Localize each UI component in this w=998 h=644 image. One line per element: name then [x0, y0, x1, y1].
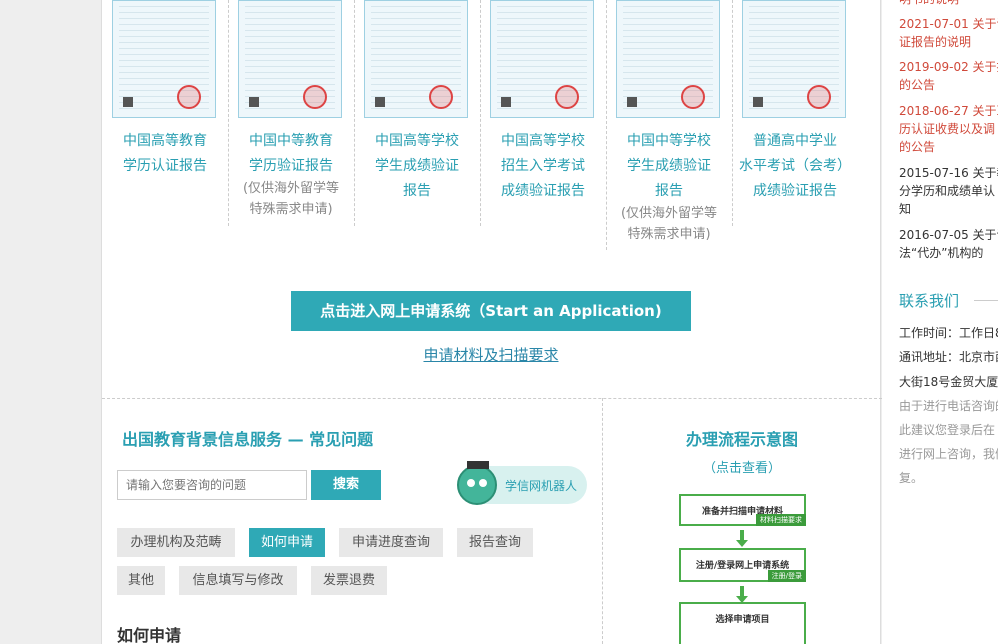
address-line: 通讯地址：北京市西 [899, 350, 998, 364]
how-to-apply-heading: 如何申请 [117, 626, 182, 644]
report-thumbnail[interactable] [364, 0, 468, 118]
arrow-down-icon [736, 530, 748, 547]
right-sidebar: 明书的说明 2021-07-01 关于调 证报告的说明 2019-09-02 关… [882, 0, 998, 644]
tag-invoice-refund[interactable]: 发票退费 [311, 566, 387, 595]
contact-title: 联系我们 [899, 292, 960, 310]
start-application-button[interactable]: 点击进入网上申请系统（Start an Application) [291, 291, 691, 331]
news-item[interactable]: 2019-09-02 关于提 [899, 57, 998, 77]
contact-note: 此建议您登录后在 [899, 423, 996, 437]
seal-icon [807, 85, 831, 109]
seal-icon [303, 85, 327, 109]
address-line: 大街18号金贸大厦 [899, 375, 998, 389]
report-name[interactable]: 普通高中学业 水平考试（会考） 成绩验证报告 [732, 129, 858, 204]
news-item[interactable]: 明书的说明 [899, 0, 998, 9]
faq-search-input[interactable] [117, 470, 307, 500]
news-item[interactable]: 证报告的说明 [899, 32, 998, 52]
news-item[interactable]: 历认证收费以及调 [899, 119, 998, 139]
report-name[interactable]: 中国中等学校 学生成绩验证 报告 [606, 129, 732, 204]
tag-how-to-apply[interactable]: 如何申请 [249, 528, 325, 557]
news-item[interactable]: 2016-07-05 关于请 [899, 225, 998, 245]
report-thumbnail[interactable] [112, 0, 216, 118]
tag-report-query[interactable]: 报告查询 [457, 528, 533, 557]
news-item[interactable]: 法“代办”机构的 [899, 243, 998, 263]
report-name[interactable]: 中国中等教育 学历验证报告 [228, 129, 354, 179]
tag-info-edit[interactable]: 信息填写与修改 [179, 566, 297, 595]
divider [974, 300, 998, 301]
seal-icon [429, 85, 453, 109]
tag-other[interactable]: 其他 [117, 566, 165, 595]
arrow-down-icon [736, 586, 748, 603]
tag-institution-scope[interactable]: 办理机构及范畴 [117, 528, 235, 557]
news-item[interactable]: 知 [899, 199, 998, 219]
news-item[interactable]: 的公告 [899, 137, 998, 157]
report-thumbnail[interactable] [616, 0, 720, 118]
news-item[interactable]: 的公告 [899, 75, 998, 95]
requirements-link[interactable]: 申请材料及扫描要求 [291, 344, 691, 365]
flow-step-select[interactable]: 选择申请项目 [679, 602, 806, 644]
report-name[interactable]: 中国高等学校 招生入学考试 成绩验证报告 [480, 129, 606, 204]
seal-icon [681, 85, 705, 109]
news-item[interactable]: 2018-06-27 关于耳 [899, 101, 998, 121]
robot-owl-icon [457, 461, 497, 505]
contact-note: 由于进行电话咨询的 [899, 399, 998, 413]
seal-icon [177, 85, 201, 109]
work-time: 工作时间：工作日8 [899, 326, 998, 340]
robot-button[interactable]: 学信网机器人 [457, 461, 587, 505]
tag-progress-query[interactable]: 申请进度查询 [339, 528, 443, 557]
robot-label: 学信网机器人 [505, 479, 578, 493]
faq-title: 出国教育背景信息服务 — 常见问题 [122, 430, 374, 449]
flow-step-register[interactable]: 注册/登录网上申请系统 注册/登录 [679, 548, 806, 582]
report-name[interactable]: 中国高等学校 学生成绩验证 报告 [354, 129, 480, 204]
seal-icon [555, 85, 579, 109]
flow-title: 办理流程示意图 [685, 430, 798, 449]
report-thumbnail[interactable] [742, 0, 846, 118]
report-note: (仅供海外留学等 特殊需求申请) [242, 181, 340, 217]
news-item[interactable]: 分学历和成绩单认 [899, 181, 998, 201]
contact-note: 进行网上咨询，我们 [899, 447, 998, 461]
faq-search-button[interactable]: 搜索 [311, 470, 381, 500]
report-thumbnail[interactable] [238, 0, 342, 118]
main-content: 中国高等教育 学历认证报告 中国中等教育 学历验证报告 (仅供海外留学等 特殊需求申请… [101, 0, 882, 644]
section-divider [102, 398, 882, 399]
news-item[interactable]: 2015-07-16 关于教 [899, 163, 998, 183]
report-thumbnail[interactable] [490, 0, 594, 118]
flow-view-link[interactable]: （点击查看） [602, 457, 882, 476]
flow-step-prepare[interactable]: 准备并扫描申请材料 材料扫描要求 [679, 494, 806, 526]
report-note: (仅供海外留学等 特殊需求申请) [620, 206, 718, 242]
contact-note: 复。 [899, 471, 924, 485]
report-name[interactable]: 中国高等教育 学历认证报告 [102, 129, 228, 179]
news-item[interactable]: 2021-07-01 关于调 [899, 14, 998, 34]
